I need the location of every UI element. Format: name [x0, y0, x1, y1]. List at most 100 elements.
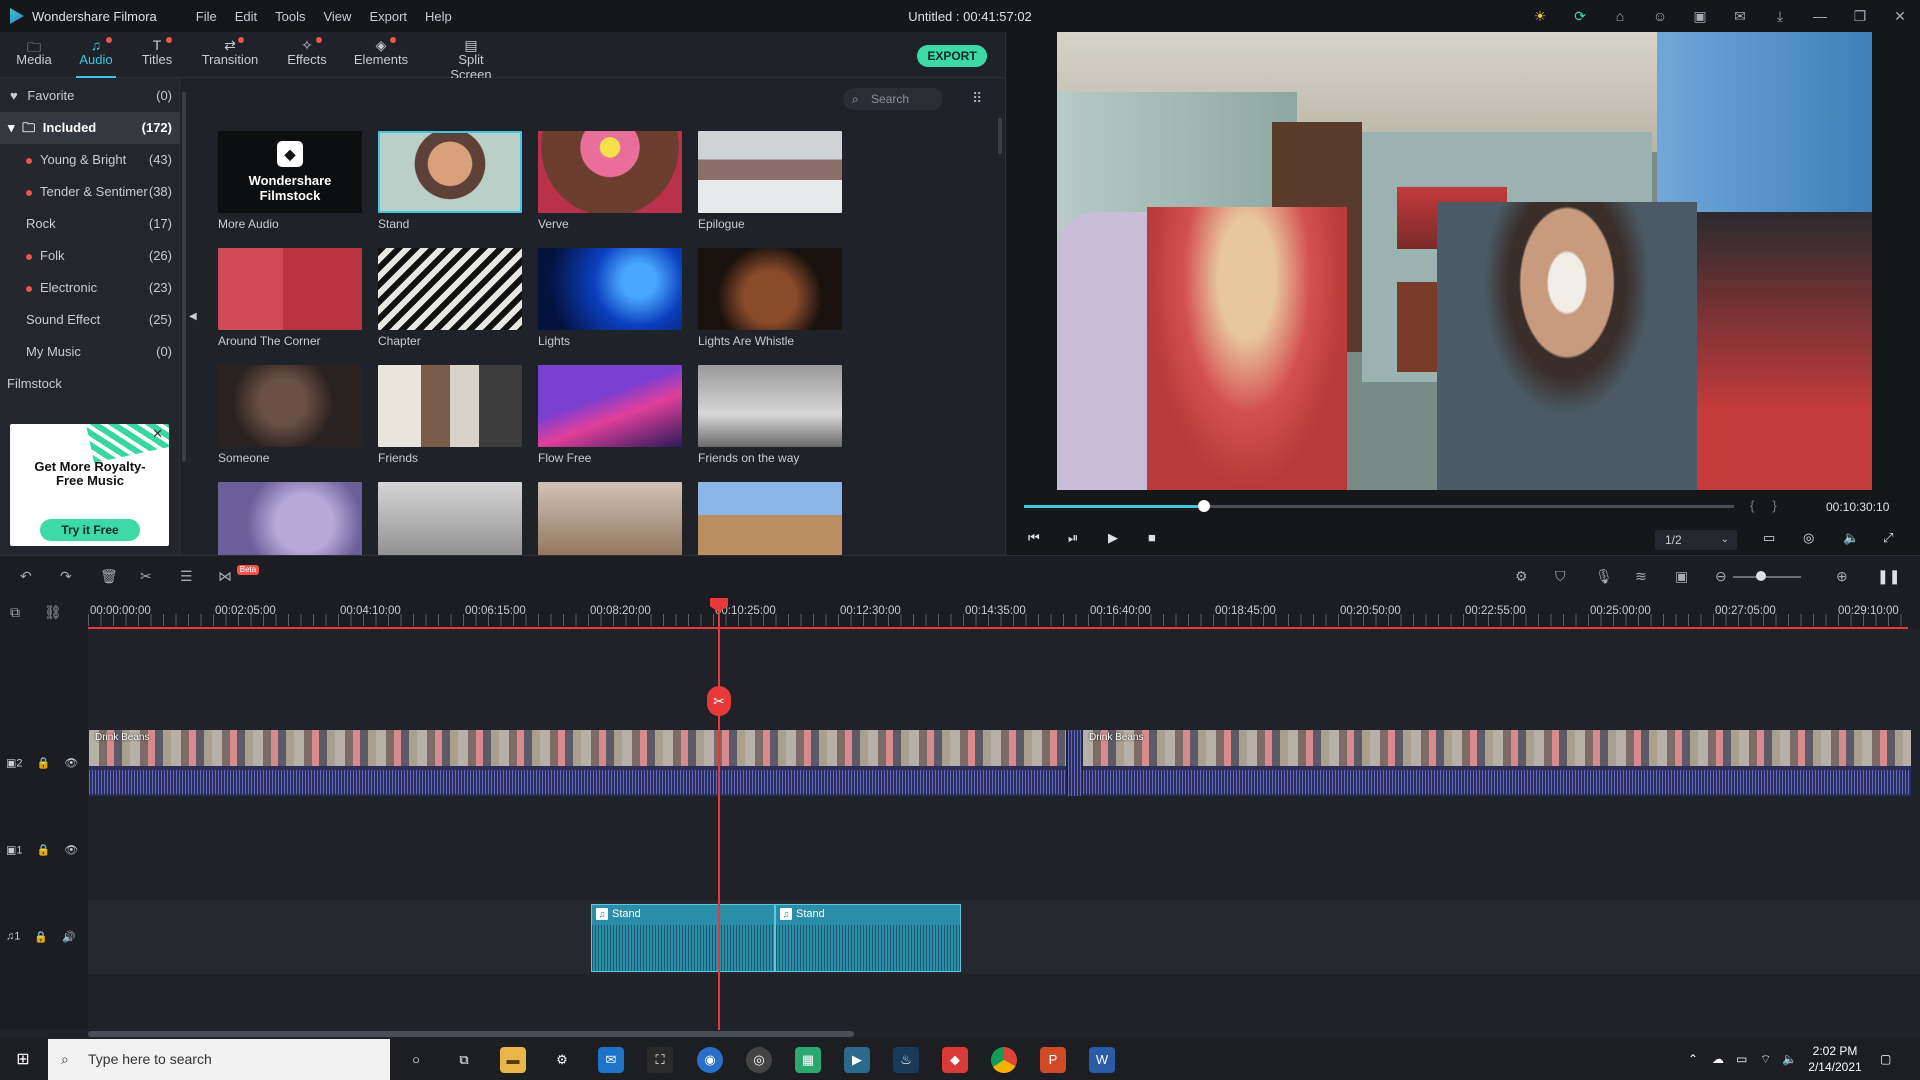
- windows-start-icon[interactable]: ⊞: [0, 1039, 46, 1080]
- red-app-icon[interactable]: ◆: [942, 1047, 968, 1073]
- preview-quality-select[interactable]: 1/2 ⌄: [1655, 530, 1737, 550]
- tab-media[interactable]: 🗀 Media: [14, 32, 54, 78]
- audio-card-stand[interactable]: Stand: [378, 131, 522, 231]
- taskbar-search-input[interactable]: ⌕ Type here to search: [48, 1039, 390, 1080]
- audio-clip[interactable]: ♫ Stand: [775, 904, 961, 972]
- library-favorite[interactable]: ♥ Favorite (0): [0, 80, 180, 112]
- lock-icon[interactable]: 🔒: [37, 757, 51, 770]
- mixer-icon[interactable]: ≋: [1635, 568, 1647, 585]
- audio-card-chapter[interactable]: Chapter: [378, 248, 522, 348]
- library-filmstock[interactable]: Filmstock: [0, 368, 180, 400]
- obs-icon[interactable]: ◎: [746, 1047, 772, 1073]
- tab-titles[interactable]: T Titles: [138, 32, 176, 78]
- task-view-icon[interactable]: ⧉: [451, 1047, 477, 1073]
- audio-card-lights[interactable]: Lights: [538, 248, 682, 348]
- playhead[interactable]: [718, 598, 720, 1030]
- grid-scrollbar[interactable]: [998, 118, 1002, 154]
- account-icon[interactable]: ☺: [1650, 8, 1670, 24]
- marker-icon[interactable]: ⛉: [1555, 568, 1566, 585]
- lightbulb-icon[interactable]: ☀: [1530, 8, 1550, 25]
- cut-icon[interactable]: ✂: [140, 568, 152, 585]
- tab-split-screen[interactable]: ▤ Split Screen: [436, 32, 506, 82]
- zoom-out-icon[interactable]: ⊖: [1715, 568, 1727, 585]
- library-item-tender[interactable]: Tender & Sentimer (38): [0, 176, 180, 208]
- video-clip[interactable]: Drink Beans: [1083, 730, 1911, 796]
- download-icon[interactable]: ⤓: [1770, 8, 1790, 25]
- audio-card-partial[interactable]: [698, 482, 842, 555]
- eye-icon[interactable]: 👁: [64, 757, 78, 770]
- volume-tray-icon[interactable]: 🔈: [1782, 1052, 1797, 1066]
- microphone-icon[interactable]: 🎙: [1595, 568, 1613, 585]
- word-icon[interactable]: W: [1089, 1047, 1115, 1073]
- notification-icon[interactable]: ▢: [1880, 1052, 1891, 1066]
- audio-card-friends[interactable]: Friends: [378, 365, 522, 465]
- clip-transition[interactable]: [1068, 730, 1082, 796]
- lock-icon[interactable]: 🔒: [37, 844, 51, 857]
- library-scrollbar[interactable]: [182, 92, 186, 462]
- pause-bars-icon[interactable]: ❚❚: [1877, 568, 1900, 585]
- split-scissor-icon[interactable]: ✂: [707, 686, 731, 716]
- chevron-up-icon[interactable]: ⌃: [1688, 1052, 1698, 1066]
- audio-stretch-icon[interactable]: ⋈: [218, 568, 232, 585]
- cortana-icon[interactable]: ○: [403, 1047, 429, 1073]
- library-item-sound-effect[interactable]: Sound Effect (25): [0, 304, 180, 336]
- battery-icon[interactable]: ▭: [1736, 1052, 1747, 1066]
- stop-icon[interactable]: ■: [1148, 530, 1156, 545]
- preview-progress-handle[interactable]: [1198, 500, 1210, 512]
- volume-icon[interactable]: 🔈: [1843, 530, 1859, 546]
- file-explorer-icon[interactable]: ▬: [500, 1047, 526, 1073]
- video-clip[interactable]: Drink Beans: [89, 730, 1066, 796]
- audio-card-someone[interactable]: Someone: [218, 365, 362, 465]
- library-item-my-music[interactable]: My Music (0): [0, 336, 180, 368]
- tab-audio[interactable]: ♫ Audio: [74, 32, 118, 78]
- lock-icon[interactable]: 🔒: [34, 931, 48, 944]
- render-icon[interactable]: ⚙: [1515, 568, 1528, 585]
- audio-card-lights-are-whistle[interactable]: Lights Are Whistle: [698, 248, 842, 348]
- undo-icon[interactable]: ↶: [20, 568, 32, 585]
- grid-view-icon[interactable]: ⠿: [972, 90, 982, 107]
- audio-card-flow-free[interactable]: Flow Free: [538, 365, 682, 465]
- audio-card-partial[interactable]: [218, 482, 362, 555]
- display-icon[interactable]: ▭: [1763, 530, 1775, 546]
- settings-icon[interactable]: ⚙: [549, 1047, 575, 1073]
- library-item-young-bright[interactable]: Young & Bright (43): [0, 144, 180, 176]
- audio-card-partial[interactable]: [538, 482, 682, 555]
- mail-icon[interactable]: ✉: [1730, 8, 1750, 25]
- timeline-scrollbar[interactable]: [88, 1031, 854, 1037]
- play-icon[interactable]: ▶: [1108, 530, 1118, 546]
- store-icon[interactable]: ⛶: [647, 1047, 673, 1073]
- speaker-icon[interactable]: 🔊: [62, 931, 76, 944]
- cortana-app-icon[interactable]: ◉: [697, 1047, 723, 1073]
- redo-icon[interactable]: ↷: [60, 568, 72, 585]
- gift-icon[interactable]: ⌂: [1610, 8, 1630, 24]
- mail-app-icon[interactable]: ✉: [598, 1047, 624, 1073]
- wifi-icon[interactable]: ⌔: [1760, 1052, 1771, 1067]
- play-frame-icon[interactable]: ⏯: [1068, 530, 1078, 546]
- close-icon[interactable]: ✕: [1890, 8, 1910, 25]
- fullscreen-icon[interactable]: ⤢: [1883, 530, 1893, 546]
- audio-card-partial[interactable]: [378, 482, 522, 555]
- library-item-electronic[interactable]: Electronic (23): [0, 272, 180, 304]
- tab-transition[interactable]: ⇄ Transition: [200, 32, 260, 78]
- search-input[interactable]: ⌕ Search: [843, 88, 943, 110]
- restore-icon[interactable]: ❐: [1850, 8, 1870, 25]
- export-button[interactable]: EXPORT: [917, 45, 987, 67]
- add-track-icon[interactable]: ⧉: [10, 604, 20, 621]
- chrome-icon[interactable]: [991, 1047, 1017, 1073]
- filmora-taskbar-icon[interactable]: ▶: [844, 1047, 870, 1073]
- steam-icon[interactable]: ♨: [893, 1047, 919, 1073]
- mark-in-out-icon[interactable]: {}: [1750, 498, 1795, 513]
- audio-card-friends-on-the-way[interactable]: Friends on the way: [698, 365, 842, 465]
- adjust-icon[interactable]: ☰: [180, 568, 193, 585]
- taskbar-clock[interactable]: 2:02 PM 2/14/2021: [1800, 1043, 1870, 1075]
- try-it-free-button[interactable]: Try it Free: [40, 519, 140, 541]
- delete-icon[interactable]: 🗑: [100, 568, 118, 585]
- audio-card-around-the-corner[interactable]: Around The Corner: [218, 248, 362, 348]
- game-app-icon[interactable]: ▦: [795, 1047, 821, 1073]
- zoom-slider-handle[interactable]: [1756, 571, 1766, 581]
- sync-icon[interactable]: ⟳: [1570, 8, 1590, 25]
- library-item-rock[interactable]: Rock (17): [0, 208, 180, 240]
- snapshot-frame-icon[interactable]: ▣: [1675, 568, 1688, 585]
- snapshot-icon[interactable]: ◎: [1803, 530, 1814, 546]
- tab-effects[interactable]: ✧ Effects: [282, 32, 332, 78]
